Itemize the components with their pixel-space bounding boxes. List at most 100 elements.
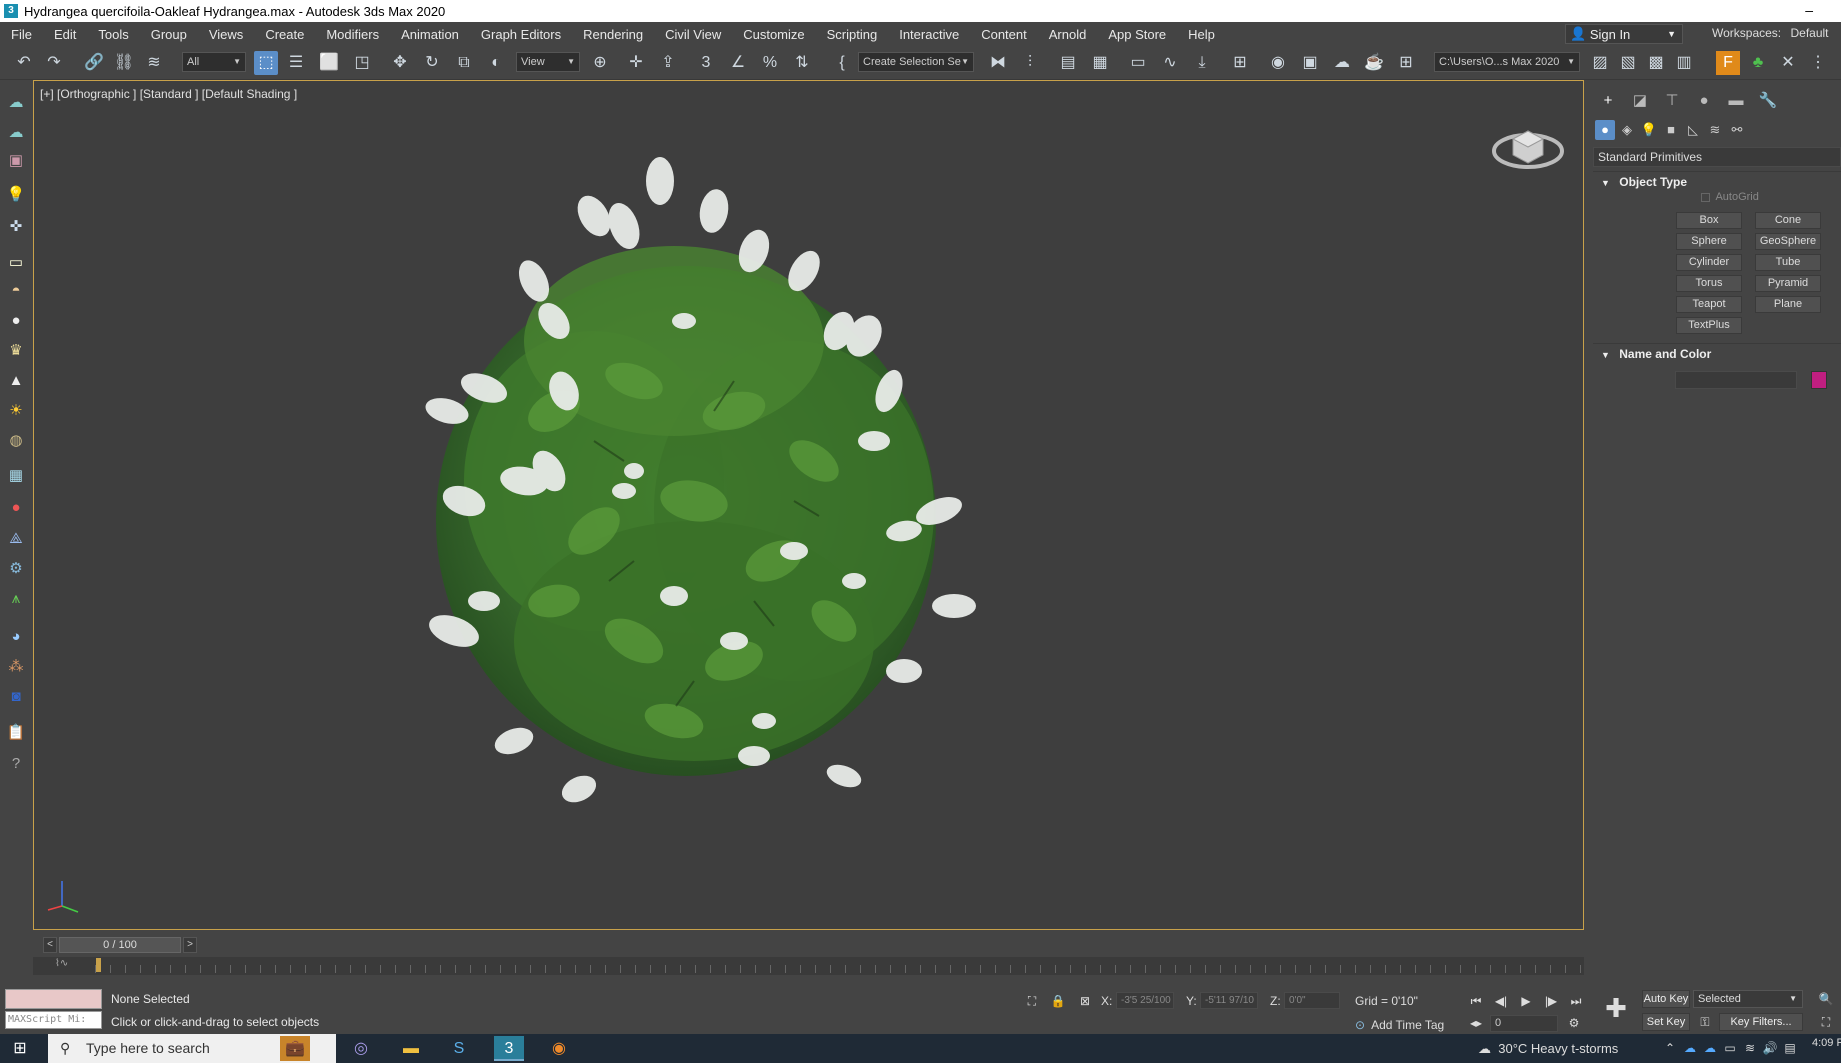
absolute-mode-transform-icon[interactable]: ⊠ xyxy=(1075,992,1095,1010)
create-tab-icon[interactable]: + xyxy=(1597,90,1619,112)
blender-icon[interactable]: ◉ xyxy=(544,1036,574,1061)
grass-icon[interactable]: ⩚ xyxy=(4,588,28,610)
cloud-outline-icon[interactable]: ☁ xyxy=(4,122,28,144)
layer-explorer-icon[interactable]: ▦ xyxy=(1088,51,1112,75)
geometry-category-icon[interactable]: ● xyxy=(1595,120,1615,140)
viewport-layout-icon[interactable]: ⊞ xyxy=(1394,51,1418,75)
menu-interactive[interactable]: Interactive xyxy=(888,27,970,42)
rendered-frame-window-icon[interactable]: ☁ xyxy=(1330,51,1354,75)
textplus-button[interactable]: TextPlus xyxy=(1676,317,1742,334)
scale-icon[interactable]: ⧉ xyxy=(452,51,476,75)
pyramid-button[interactable]: Pyramid xyxy=(1755,275,1821,292)
motion-tab-icon[interactable]: ● xyxy=(1693,90,1715,112)
sphere-icon[interactable]: ● xyxy=(4,310,28,332)
mirror-icon[interactable]: ⧓ xyxy=(986,51,1010,75)
object-color-swatch[interactable] xyxy=(1811,371,1827,389)
display-tab-icon[interactable]: ▬ xyxy=(1725,90,1747,112)
render-production-icon[interactable]: ☕ xyxy=(1362,51,1386,75)
toolbar-overflow-icon[interactable]: ⋮ xyxy=(1806,51,1830,75)
menu-scripting[interactable]: Scripting xyxy=(816,27,889,42)
y-coordinate-field[interactable]: -5'11 97/10 xyxy=(1200,992,1258,1009)
add-time-tag[interactable]: ⊙ Add Time Tag xyxy=(1355,1018,1444,1032)
railclone-icon[interactable]: ♣ xyxy=(1746,51,1770,75)
key-mode-toggle-icon[interactable]: ◂▸ xyxy=(1466,1014,1486,1032)
systems-category-icon[interactable]: ⚯ xyxy=(1727,120,1747,140)
menu-group[interactable]: Group xyxy=(140,27,198,42)
set-key-button[interactable]: Set Key xyxy=(1642,1013,1690,1031)
maxscript-listener-output[interactable] xyxy=(5,989,102,1009)
teapot-button[interactable]: Teapot xyxy=(1676,296,1742,313)
play-icon[interactable]: ▶ xyxy=(1516,992,1536,1010)
geosphere-button[interactable]: GeoSphere xyxy=(1755,233,1821,250)
menu-rendering[interactable]: Rendering xyxy=(572,27,654,42)
named-selection-set-dropdown[interactable]: Create Selection Se ▼ xyxy=(858,52,974,72)
track-bar[interactable]: ⌇∿ xyxy=(33,957,1584,975)
keyboard-shortcut-override-icon[interactable]: ⇪ xyxy=(656,51,680,75)
briefcase-app-icon[interactable]: 💼 xyxy=(280,1036,310,1061)
go-to-end-icon[interactable]: ⏭ xyxy=(1566,992,1586,1010)
sign-in-dropdown[interactable]: 👤 Sign In ▼ xyxy=(1565,24,1683,44)
menu-app-store[interactable]: App Store xyxy=(1097,27,1177,42)
menu-animation[interactable]: Animation xyxy=(390,27,470,42)
menu-customize[interactable]: Customize xyxy=(732,27,815,42)
tor-browser-icon[interactable]: ◎ xyxy=(346,1036,376,1061)
container-icon[interactable]: ▨ xyxy=(1588,51,1612,75)
set-key-mode-icon[interactable]: ✚ xyxy=(1598,990,1634,1026)
clipboard-icon[interactable]: 📋 xyxy=(4,722,28,744)
menu-graph-editors[interactable]: Graph Editors xyxy=(470,27,572,42)
lights-category-icon[interactable]: 💡 xyxy=(1639,120,1659,140)
rectangular-selection-icon[interactable]: ⬜ xyxy=(317,51,341,75)
time-slider-thumb[interactable]: 0 / 100 xyxy=(59,937,181,953)
primitive-category-dropdown[interactable]: Standard Primitives xyxy=(1593,147,1841,167)
bind-space-warp-icon[interactable]: ≋ xyxy=(142,51,166,75)
spinner-snap-icon[interactable]: ⇅ xyxy=(790,51,814,75)
name-and-color-rollout[interactable]: ▼ Name and Color xyxy=(1593,343,1841,363)
sun-icon[interactable]: ☀ xyxy=(4,400,28,422)
box-button[interactable]: Box xyxy=(1676,212,1742,229)
battery-icon[interactable]: ▭ xyxy=(1720,1036,1740,1061)
system-tray-chevron-icon[interactable]: ⌃ xyxy=(1660,1036,1680,1061)
molecule-icon[interactable]: ⟁ xyxy=(4,528,28,550)
weather-widget[interactable]: ☁ 30°C Heavy t-storms xyxy=(1478,1041,1618,1057)
taskbar-clock[interactable]: 4:09 P xyxy=(1812,1037,1841,1049)
render-setup-icon[interactable]: ▣ xyxy=(1298,51,1322,75)
image-icon[interactable]: ▣ xyxy=(4,150,28,172)
placement-icon[interactable]: ◐ xyxy=(484,51,508,75)
next-key-icon[interactable]: |▶ xyxy=(1541,992,1561,1010)
utilities-tab-icon[interactable]: 🔧 xyxy=(1757,90,1779,112)
window-crossing-icon[interactable]: ◳ xyxy=(350,51,374,75)
hierarchy-tab-icon[interactable]: ⊤ xyxy=(1661,90,1683,112)
time-configuration-icon[interactable]: ⚙ xyxy=(1564,1014,1584,1032)
menu-edit[interactable]: Edit xyxy=(43,27,87,42)
next-frame-button[interactable]: > xyxy=(183,937,197,953)
sphere-button[interactable]: Sphere xyxy=(1676,233,1742,250)
helpers-category-icon[interactable]: ◺ xyxy=(1683,120,1703,140)
volume-icon[interactable]: 🔊 xyxy=(1760,1036,1780,1061)
workspaces-selector[interactable]: Workspaces: Default xyxy=(1712,26,1829,40)
3ds-max-taskbar-icon[interactable]: 3 xyxy=(494,1036,524,1061)
menu-civil-view[interactable]: Civil View xyxy=(654,27,732,42)
container-open-icon[interactable]: ▧ xyxy=(1616,51,1640,75)
unlink-icon[interactable]: ⛓ xyxy=(112,51,136,75)
z-coordinate-field[interactable]: 0'0" xyxy=(1284,992,1340,1009)
cone-button[interactable]: Cone xyxy=(1755,212,1821,229)
redo-icon[interactable]: ↷ xyxy=(42,51,66,75)
select-manipulate-icon[interactable]: ✛ xyxy=(624,51,648,75)
windows-start-icon[interactable]: ⊞ xyxy=(10,1039,30,1059)
shapes-category-icon[interactable]: ◈ xyxy=(1617,120,1637,140)
snaps-toggle-icon[interactable]: 3 xyxy=(694,51,718,75)
tube-button[interactable]: Tube xyxy=(1755,254,1821,271)
percent-snap-icon[interactable]: % xyxy=(758,51,782,75)
language-icon[interactable]: ▤ xyxy=(1780,1036,1800,1061)
cameras-category-icon[interactable]: ■ xyxy=(1661,120,1681,140)
select-object-icon[interactable]: ⬚ xyxy=(254,51,278,75)
menu-views[interactable]: Views xyxy=(198,27,254,42)
container-close-icon[interactable]: ▥ xyxy=(1672,51,1696,75)
go-to-start-icon[interactable]: ⏮ xyxy=(1466,992,1486,1010)
viewport-orthographic[interactable]: [+] [Orthographic ] [Standard ] [Default… xyxy=(33,80,1584,930)
crown-icon[interactable]: ♛ xyxy=(4,340,28,362)
menu-help[interactable]: Help xyxy=(1177,27,1226,42)
object-name-input[interactable] xyxy=(1675,371,1797,389)
menu-content[interactable]: Content xyxy=(970,27,1038,42)
menu-tools[interactable]: Tools xyxy=(87,27,139,42)
